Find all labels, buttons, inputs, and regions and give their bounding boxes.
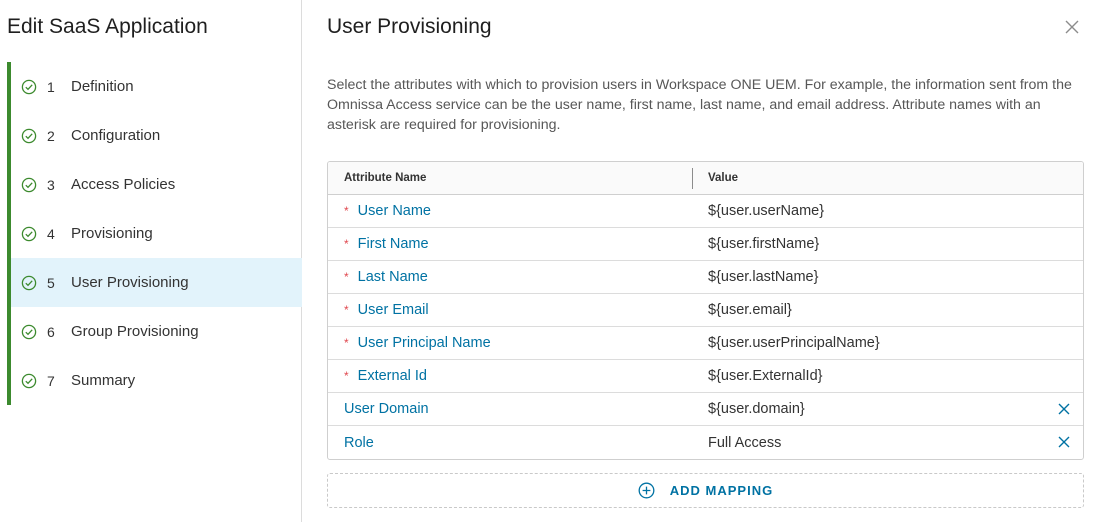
- attribute-link[interactable]: User Name: [358, 203, 431, 219]
- required-marker: *: [344, 237, 349, 251]
- attribute-value: ${user.ExternalId}: [708, 368, 823, 384]
- description: Select the attributes with which to prov…: [327, 77, 1072, 133]
- table-row: * External Id ${user.ExternalId}: [328, 360, 1083, 393]
- step-user-provisioning[interactable]: 5 User Provisioning: [7, 258, 302, 307]
- delete-row-close-icon[interactable]: [1057, 435, 1071, 449]
- attribute-link[interactable]: Role: [344, 435, 374, 451]
- step-number: 6: [47, 323, 55, 340]
- step-label: Configuration: [71, 127, 161, 144]
- required-marker: *: [344, 303, 349, 317]
- step-label: Access Policies: [71, 176, 176, 193]
- required-marker: *: [344, 369, 349, 383]
- step-number: 2: [47, 127, 55, 144]
- step-number: 4: [47, 225, 55, 242]
- step-number: 1: [47, 78, 55, 95]
- table-row: * User Name ${user.userName}: [328, 195, 1083, 228]
- attribute-grid: Attribute Name Value * User Name ${user.u…: [327, 161, 1084, 460]
- step-configuration[interactable]: 2 Configuration: [7, 111, 302, 160]
- attribute-value: ${user.userPrincipalName}: [708, 335, 880, 351]
- step-definition[interactable]: 1 Definition: [7, 62, 302, 111]
- step-label: Definition: [71, 78, 134, 95]
- table-row: * User Email ${user.email}: [328, 294, 1083, 327]
- attribute-link[interactable]: User Domain: [344, 401, 429, 417]
- steps-list: 1 Definition 2 Configuration 3 Access Po…: [7, 62, 302, 405]
- column-header-attribute-name[interactable]: Attribute Name: [328, 162, 693, 194]
- required-marker: *: [344, 336, 349, 350]
- attribute-value: ${user.lastName}: [708, 269, 819, 285]
- check-circle-icon: [21, 324, 37, 340]
- close-icon[interactable]: [1063, 18, 1081, 36]
- add-mapping-label: ADD MAPPING: [669, 483, 774, 498]
- step-label: Group Provisioning: [71, 323, 199, 340]
- attribute-link[interactable]: User Email: [358, 302, 429, 318]
- step-number: 3: [47, 176, 55, 193]
- attribute-link[interactable]: First Name: [358, 236, 429, 252]
- attribute-value: ${user.email}: [708, 302, 792, 318]
- add-mapping-button[interactable]: ADD MAPPING: [327, 473, 1084, 508]
- table-row: * Last Name ${user.lastName}: [328, 261, 1083, 294]
- required-marker: *: [344, 270, 349, 284]
- check-circle-icon: [21, 226, 37, 242]
- step-provisioning[interactable]: 4 Provisioning: [7, 209, 302, 258]
- column-header-value[interactable]: Value: [693, 162, 1083, 194]
- attribute-link[interactable]: User Principal Name: [358, 335, 491, 351]
- grid-header: Attribute Name Value: [328, 162, 1083, 195]
- attribute-value: Full Access: [708, 434, 782, 451]
- required-marker: *: [344, 204, 349, 218]
- attribute-value: ${user.domain}: [708, 401, 805, 417]
- plus-circle-icon: [638, 482, 655, 499]
- step-label: Summary: [71, 372, 136, 389]
- check-circle-icon: [21, 177, 37, 193]
- attribute-link[interactable]: External Id: [358, 368, 427, 384]
- attribute-value: ${user.userName}: [708, 203, 825, 219]
- check-circle-icon: [21, 128, 37, 144]
- table-row: * User Principal Name ${user.userPrincipa…: [328, 327, 1083, 360]
- step-group-provisioning[interactable]: 6 Group Provisioning: [7, 307, 302, 356]
- step-summary[interactable]: 7 Summary: [7, 356, 302, 405]
- sidebar: Edit SaaS Application 1 Definition 2 Con…: [0, 0, 302, 522]
- attribute-link[interactable]: Last Name: [358, 269, 428, 285]
- table-row: * First Name ${user.firstName}: [328, 228, 1083, 261]
- step-access-policies[interactable]: 3 Access Policies: [7, 160, 302, 209]
- step-label: Provisioning: [71, 225, 153, 242]
- delete-row-close-icon[interactable]: [1057, 402, 1071, 416]
- page-title: User Provisioning: [327, 15, 492, 38]
- step-number: 7: [47, 372, 55, 389]
- check-circle-icon: [21, 373, 37, 389]
- check-circle-icon: [21, 79, 37, 95]
- table-row: Role Full Access: [328, 426, 1083, 459]
- step-number: 5: [47, 274, 55, 291]
- attribute-value: ${user.firstName}: [708, 236, 820, 252]
- table-row: User Domain ${user.domain}: [328, 393, 1083, 426]
- sidebar-title: Edit SaaS Application: [7, 15, 208, 38]
- check-circle-icon: [21, 275, 37, 291]
- step-label: User Provisioning: [71, 274, 189, 291]
- main-panel: User Provisioning Select the attributes …: [303, 0, 1096, 522]
